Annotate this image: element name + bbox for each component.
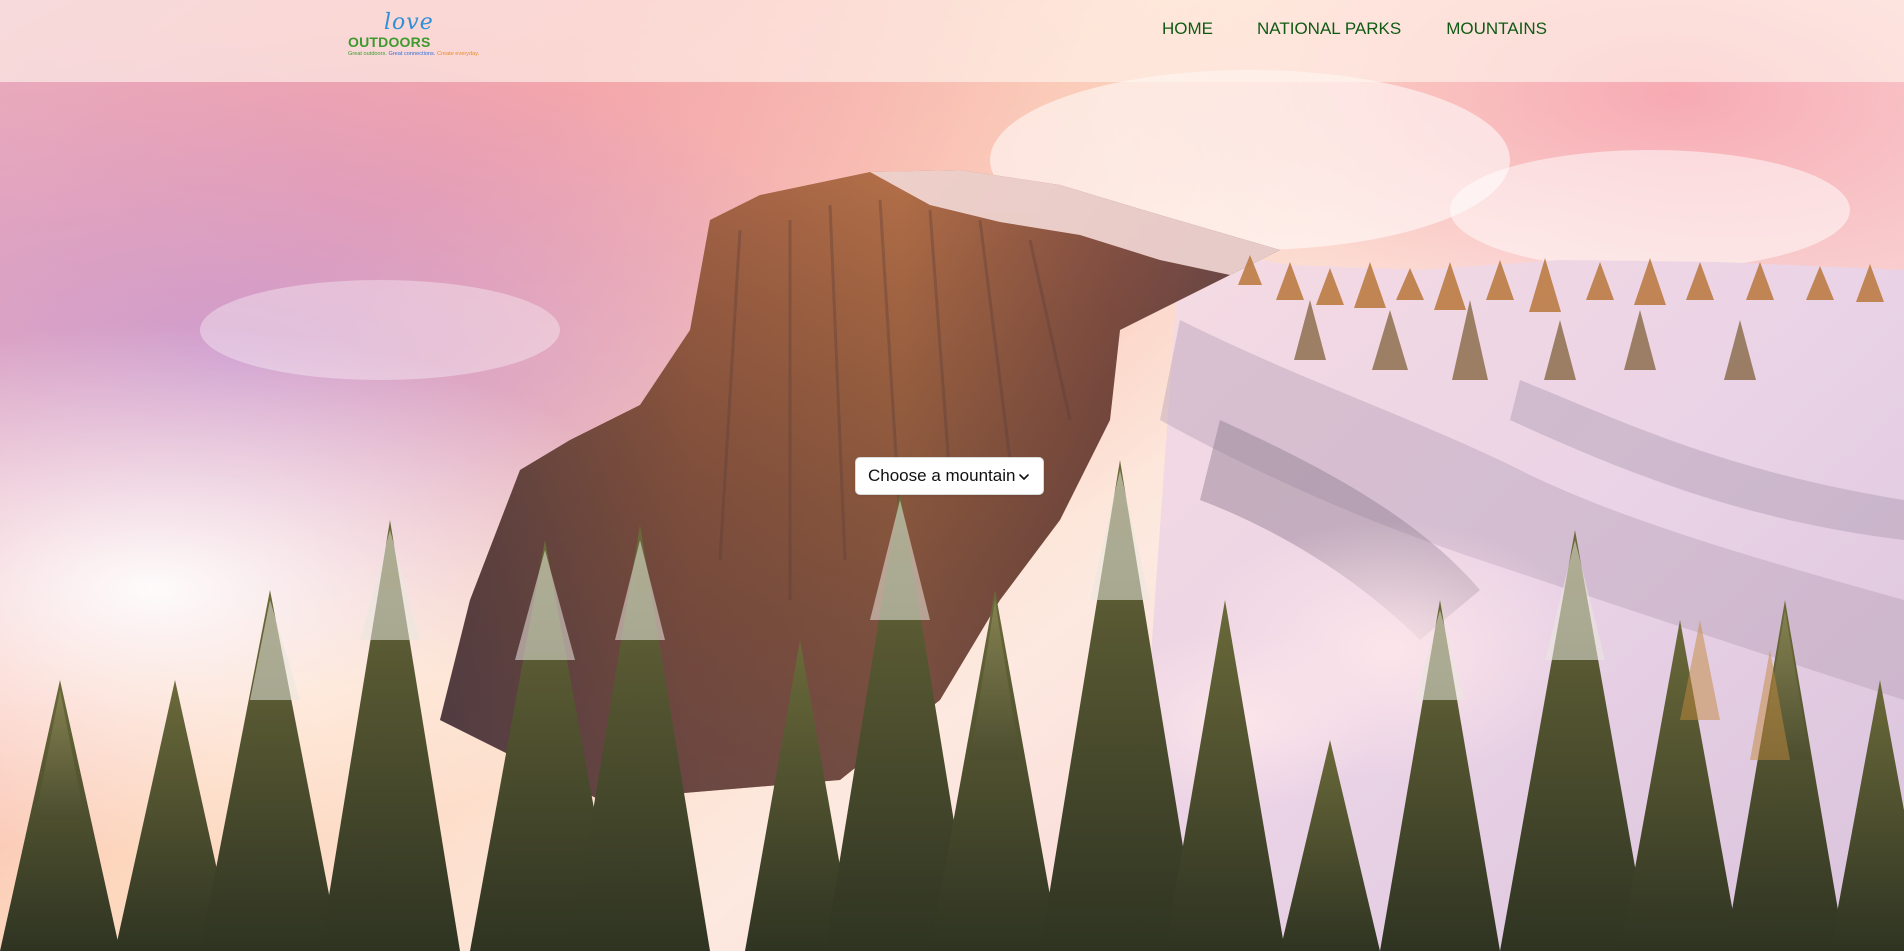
site-header: love OUTDOORS Great outdoors. Great conn… <box>0 0 1904 82</box>
logo-tagline: Great outdoors. Great connections. Creat… <box>348 51 479 57</box>
nav-link-national-parks[interactable]: NATIONAL PARKS <box>1257 19 1401 39</box>
logo-tagline-part-3: Create everyday. <box>436 51 480 57</box>
love-outdoors-logo[interactable]: love OUTDOORS Great outdoors. Great conn… <box>348 10 498 62</box>
logo-tagline-part-2: Great connections. <box>388 51 436 57</box>
chevron-down-icon <box>1019 474 1029 480</box>
logo-wordmark: OUTDOORS <box>348 34 431 50</box>
mountain-select-value: Choose a mountain <box>868 466 1016 485</box>
nav-link-home[interactable]: HOME <box>1162 19 1213 39</box>
logo-script-text: love <box>384 10 434 35</box>
page: love OUTDOORS Great outdoors. Great conn… <box>0 0 1904 951</box>
main-nav: HOME NATIONAL PARKS MOUNTAINS <box>1162 19 1547 39</box>
mountain-select[interactable]: Choose a mountain <box>855 457 1044 495</box>
nav-link-mountains[interactable]: MOUNTAINS <box>1446 19 1547 39</box>
logo-tagline-part-1: Great outdoors. <box>348 51 387 57</box>
